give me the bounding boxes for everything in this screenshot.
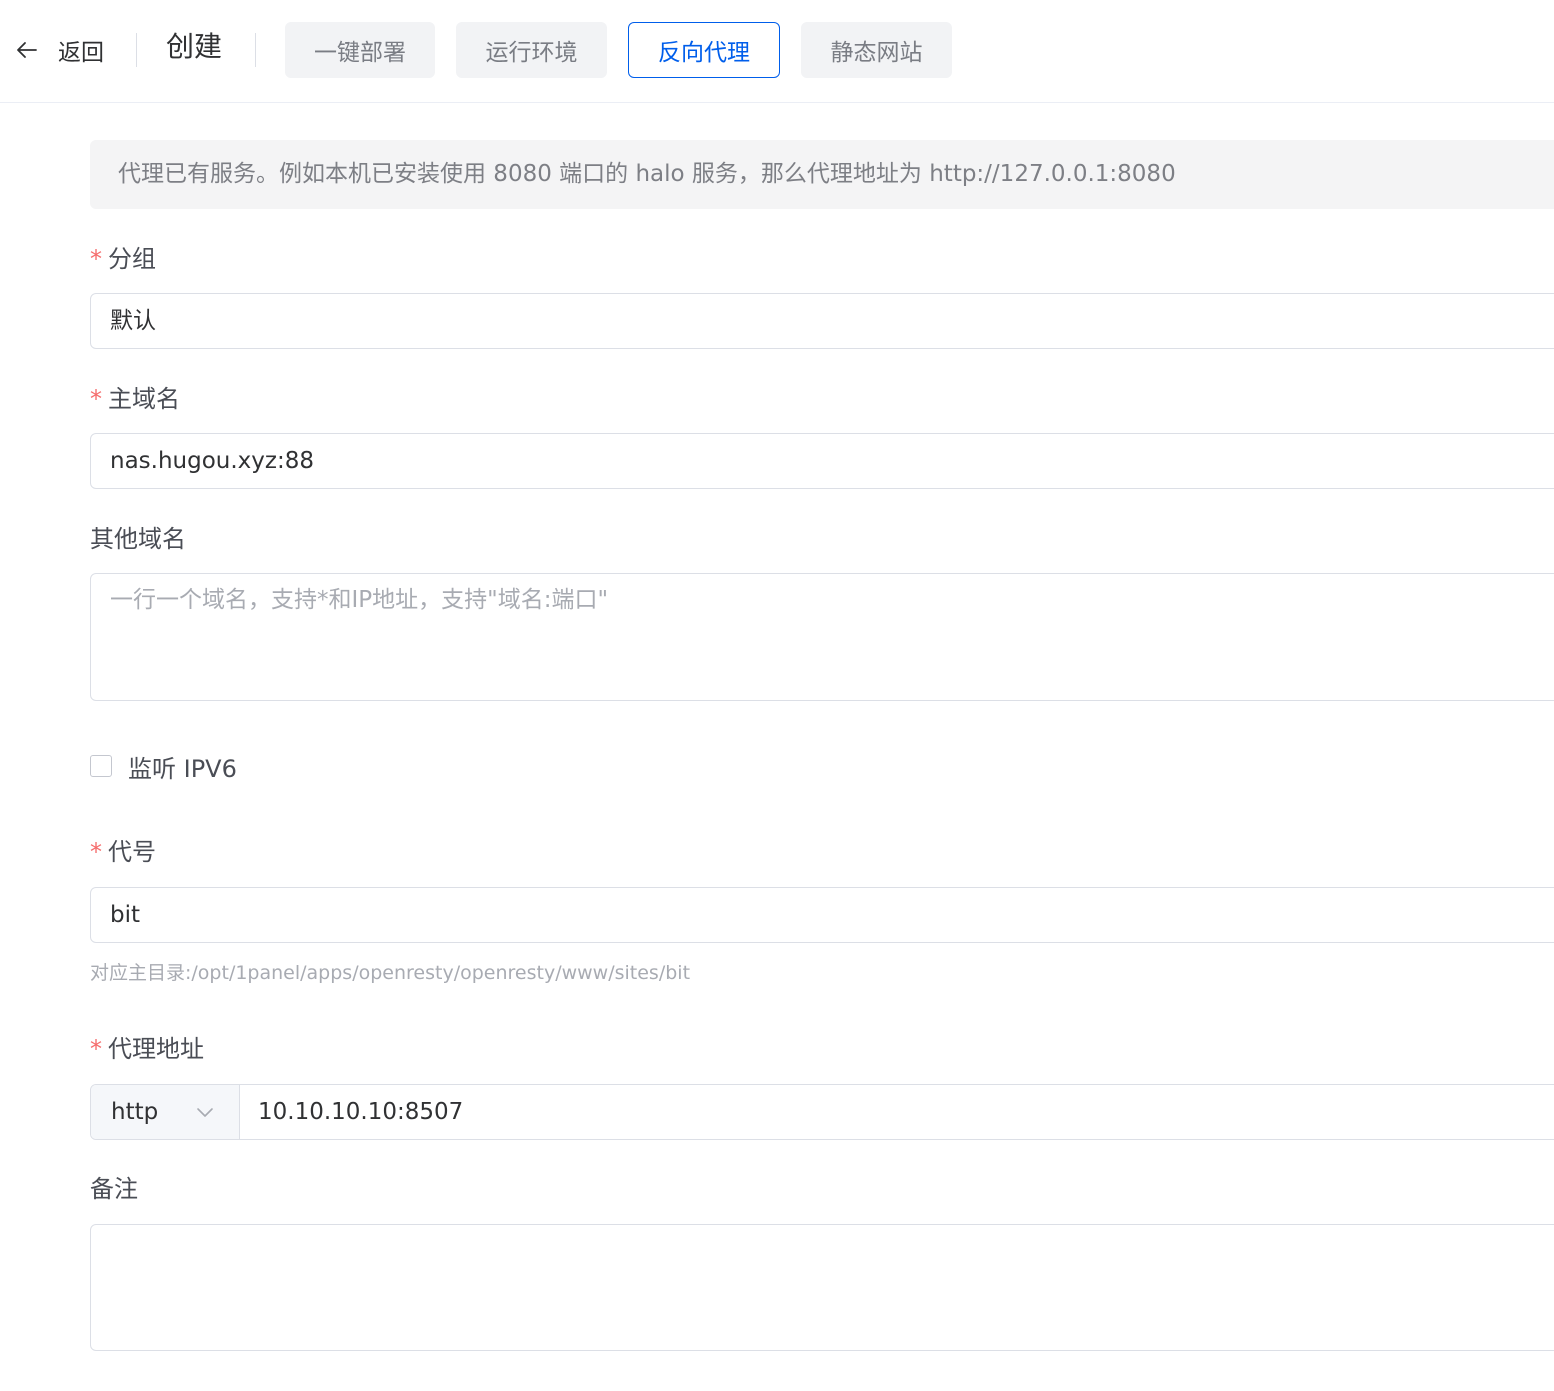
group-label: * 分组 (90, 242, 156, 276)
back-label: 返回 (58, 40, 104, 66)
ipv6-checkbox[interactable] (90, 755, 112, 777)
proxy-address-group: http 10.10.10.10:8507 (90, 1084, 1554, 1140)
remark-textarea[interactable] (90, 1224, 1554, 1351)
alias-input[interactable]: bit (90, 887, 1554, 943)
required-mark: * (90, 385, 102, 413)
ipv6-checkbox-row: 监听 IPV6 (90, 748, 237, 784)
proxy-address-input[interactable]: 10.10.10.10:8507 (240, 1085, 1554, 1139)
info-alert: 代理已有服务。例如本机已安装使用 8080 端口的 halo 服务，那么代理地址… (90, 140, 1554, 209)
alias-value: bit (110, 902, 141, 928)
alias-hint: 对应主目录:/opt/1panel/apps/openresty/openres… (90, 962, 691, 984)
proxy-address-value: 10.10.10.10:8507 (258, 1099, 464, 1125)
header-divider (136, 33, 137, 67)
chevron-down-icon (197, 1108, 213, 1117)
required-mark: * (90, 1035, 102, 1063)
primary-domain-input[interactable]: nas.hugou.xyz:88 (90, 433, 1554, 489)
required-mark: * (90, 245, 102, 273)
ipv6-label[interactable]: 监听 IPV6 (128, 749, 237, 784)
page-header: 返回 创建 一键部署 运行环境 反向代理 静态网站 (0, 0, 1554, 103)
protocol-select[interactable]: http (91, 1085, 240, 1139)
page-title: 创建 (166, 30, 223, 63)
primary-domain-label: * 主域名 (90, 382, 180, 416)
header-divider (255, 33, 256, 67)
primary-domain-label-text: 主域名 (108, 385, 180, 413)
tab-static-site[interactable]: 静态网站 (801, 22, 952, 78)
other-domains-textarea[interactable]: 一行一个域名，支持*和IP地址，支持"域名:端口" (90, 573, 1554, 701)
protocol-value: http (111, 1099, 159, 1125)
primary-domain-value: nas.hugou.xyz:88 (110, 448, 314, 474)
alias-label-text: 代号 (108, 838, 156, 866)
arrow-left-icon (17, 42, 37, 58)
remark-label: 备注 (90, 1175, 138, 1203)
tab-runtime[interactable]: 运行环境 (456, 22, 607, 78)
other-domains-placeholder: 一行一个域名，支持*和IP地址，支持"域名:端口" (110, 587, 609, 613)
group-select[interactable]: 默认 (90, 293, 1554, 349)
proxy-address-label-text: 代理地址 (108, 1035, 204, 1063)
back-button[interactable]: 返回 (14, 30, 104, 70)
group-label-text: 分组 (108, 245, 156, 273)
tab-reverse-proxy[interactable]: 反向代理 (628, 22, 780, 78)
group-value: 默认 (110, 308, 156, 334)
proxy-address-label: * 代理地址 (90, 1032, 204, 1066)
other-domains-label: 其他域名 (90, 525, 186, 553)
alias-label: * 代号 (90, 835, 156, 869)
required-mark: * (90, 838, 102, 866)
tab-one-click-deploy[interactable]: 一键部署 (285, 22, 435, 78)
